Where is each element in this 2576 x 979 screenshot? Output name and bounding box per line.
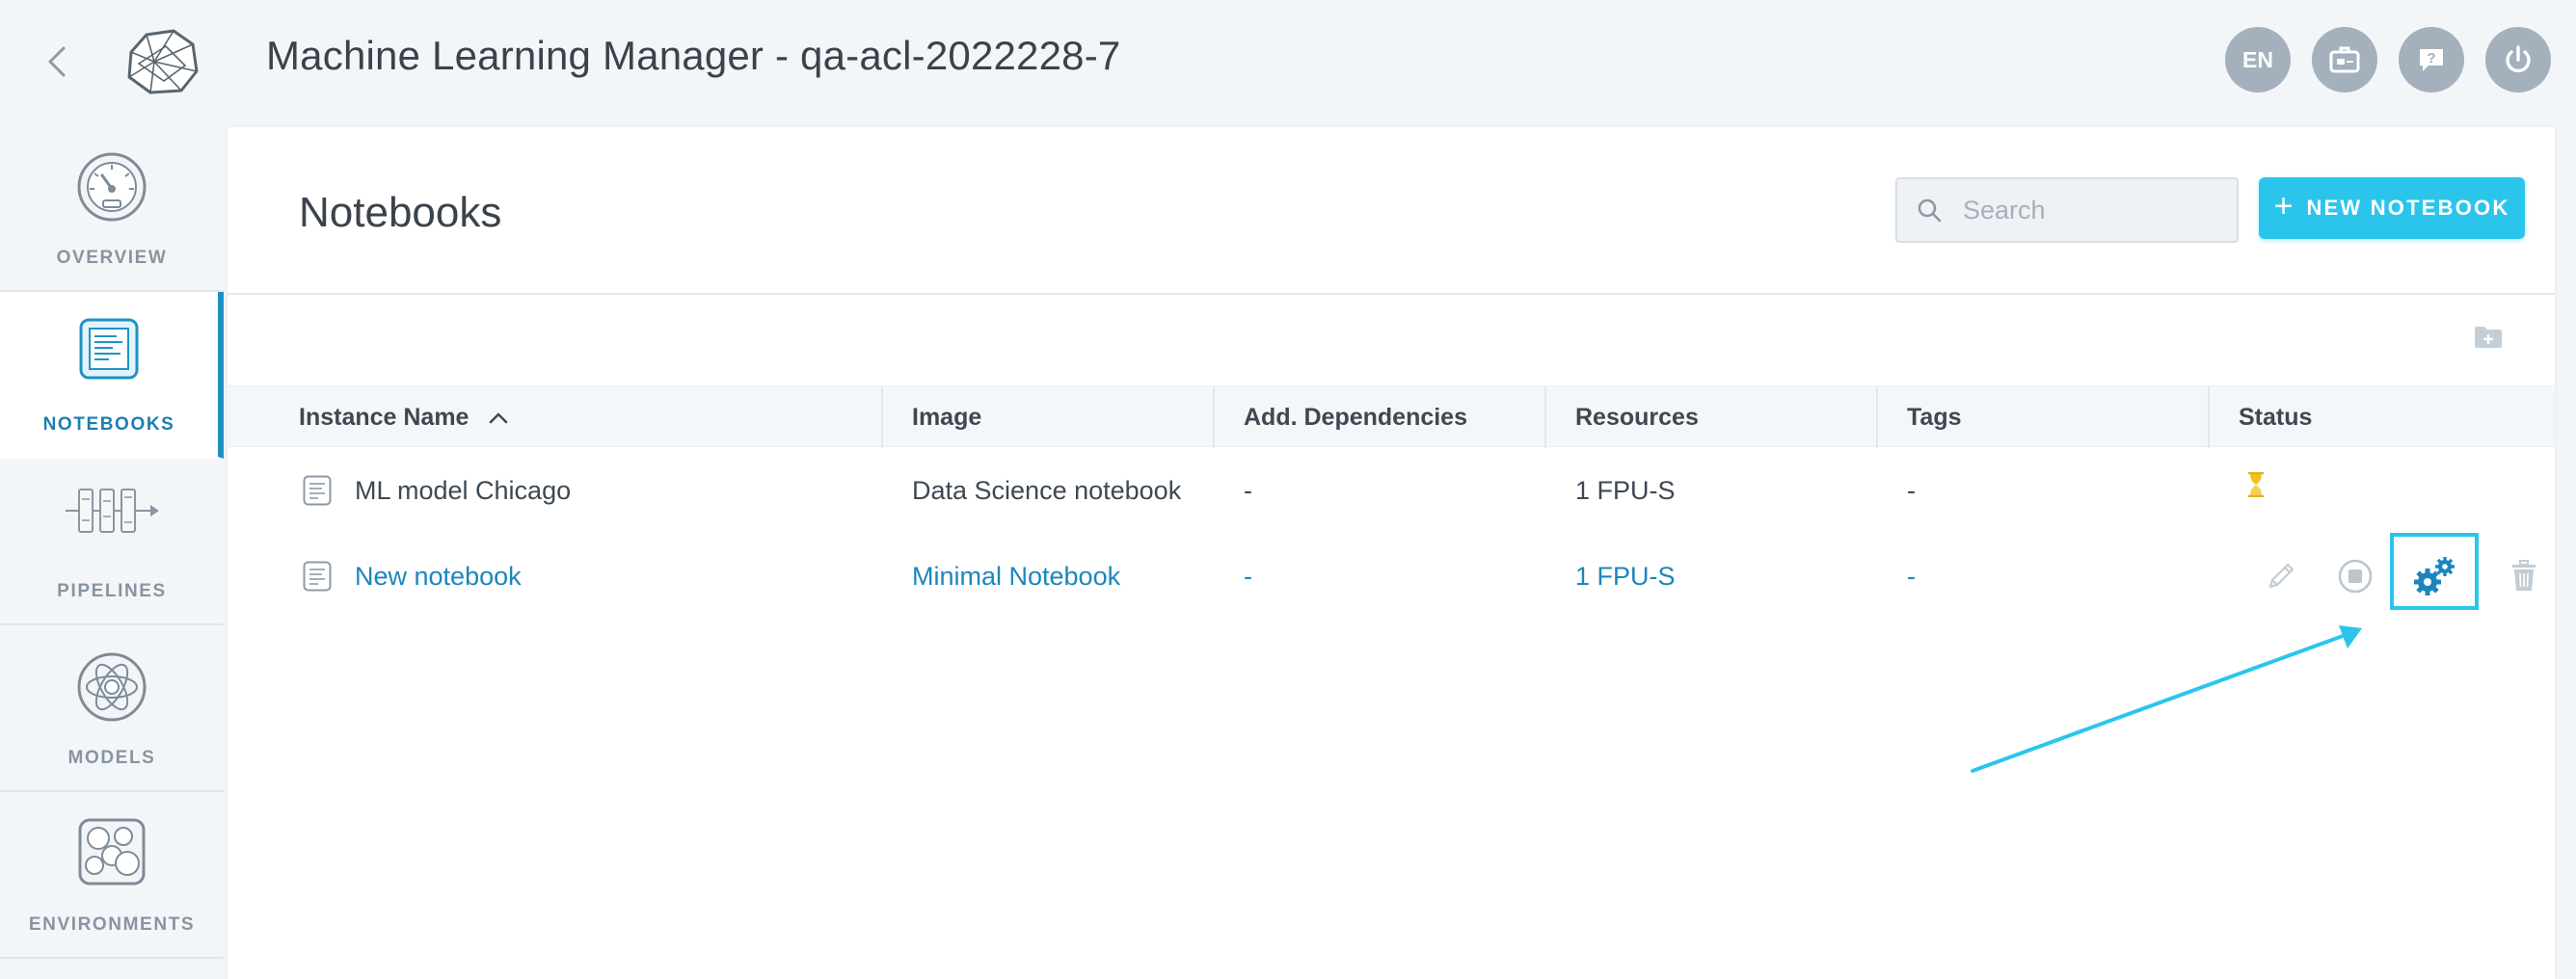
tags-cell: - xyxy=(1907,475,1916,505)
notebook-file-icon xyxy=(303,475,332,506)
logout-button[interactable] xyxy=(2485,27,2551,93)
gauge-icon xyxy=(77,152,147,222)
settings-gears-icon[interactable] xyxy=(2412,553,2458,599)
column-header-label: Image xyxy=(912,403,982,431)
pipeline-icon xyxy=(66,489,159,533)
dependencies-cell: - xyxy=(1244,475,1252,505)
table-header: Instance Name Image Add. Dependencies Re… xyxy=(228,385,2555,448)
header-actions: EN ? xyxy=(2225,27,2551,93)
sidebar-item-label: PIPELINES xyxy=(57,581,167,601)
delete-icon[interactable] xyxy=(2501,553,2547,599)
search-box[interactable] xyxy=(1895,177,2239,243)
column-header-dependencies: Add. Dependencies xyxy=(1213,386,1545,448)
add-folder-icon[interactable] xyxy=(2474,326,2503,354)
column-header-status: Status xyxy=(2208,386,2555,448)
power-icon xyxy=(2506,45,2531,73)
instance-name-cell[interactable]: ML model Chicago xyxy=(355,448,571,533)
hourglass-icon xyxy=(2248,472,2264,497)
tour-button[interactable] xyxy=(2312,27,2377,93)
top-bar: Machine Learning Manager - qa-acl-202222… xyxy=(0,0,2576,125)
column-header-image: Image xyxy=(881,386,1214,448)
plus-icon: + xyxy=(2273,188,2294,225)
page-title: Notebooks xyxy=(299,189,502,236)
sidebar-item-label: MODELS xyxy=(67,748,156,768)
search-input[interactable] xyxy=(1961,194,2221,226)
row-actions xyxy=(228,533,2555,619)
sidebar: OVERVIEW NOTEBOOKS PIPELINES MODELS ENVI… xyxy=(0,125,224,959)
column-header-resources: Resources xyxy=(1544,386,1877,448)
edit-icon[interactable] xyxy=(2258,553,2304,599)
sidebar-item-pipelines[interactable]: PIPELINES xyxy=(0,459,224,625)
model-icon xyxy=(77,652,147,722)
new-notebook-label: NEW NOTEBOOK xyxy=(2306,196,2510,220)
sidebar-item-label: ENVIRONMENTS xyxy=(28,914,196,935)
notebook-icon xyxy=(79,318,139,380)
app-logo xyxy=(118,23,204,100)
column-header-label: Tags xyxy=(1907,403,1962,431)
resources-cell: 1 FPU-S xyxy=(1575,475,1676,505)
table-row[interactable]: ML model Chicago Data Science notebook -… xyxy=(228,448,2555,533)
help-icon: ? xyxy=(2420,49,2443,71)
header-divider xyxy=(228,293,2555,295)
sidebar-item-label: OVERVIEW xyxy=(56,248,168,268)
svg-text:?: ? xyxy=(2427,50,2435,66)
app-title: Machine Learning Manager - qa-acl-202222… xyxy=(266,33,1121,78)
sidebar-item-overview[interactable]: OVERVIEW xyxy=(0,125,224,292)
column-header-tags: Tags xyxy=(1876,386,2209,448)
column-header-label: Add. Dependencies xyxy=(1244,403,1467,431)
sidebar-item-label: NOTEBOOKS xyxy=(42,414,175,435)
column-header-instance-name[interactable]: Instance Name xyxy=(228,386,883,448)
column-header-label: Status xyxy=(2239,403,2313,431)
sidebar-item-models[interactable]: MODELS xyxy=(0,625,224,792)
image-cell: Data Science notebook xyxy=(912,475,1182,505)
table-row[interactable]: New notebook Minimal Notebook - 1 FPU-S … xyxy=(228,533,2555,619)
column-header-label: Resources xyxy=(1575,403,1699,431)
environment-icon xyxy=(78,818,146,886)
search-icon xyxy=(1918,198,1942,223)
sort-ascending-icon[interactable] xyxy=(488,410,509,424)
language-button[interactable]: EN xyxy=(2225,27,2291,93)
sidebar-item-notebooks[interactable]: NOTEBOOKS xyxy=(0,292,224,459)
help-button[interactable]: ? xyxy=(2399,27,2464,93)
column-header-label: Instance Name xyxy=(299,403,470,431)
language-label: EN xyxy=(2242,46,2273,72)
stop-icon[interactable] xyxy=(2332,553,2378,599)
sidebar-item-environments[interactable]: ENVIRONMENTS xyxy=(0,792,224,959)
back-arrow-icon[interactable] xyxy=(39,39,77,85)
new-notebook-button[interactable]: + NEW NOTEBOOK xyxy=(2259,177,2525,239)
tour-icon xyxy=(2329,46,2360,73)
main-panel: Notebooks + NEW NOTEBOOK Instance Name I… xyxy=(228,127,2555,979)
status-cell xyxy=(2208,448,2266,533)
